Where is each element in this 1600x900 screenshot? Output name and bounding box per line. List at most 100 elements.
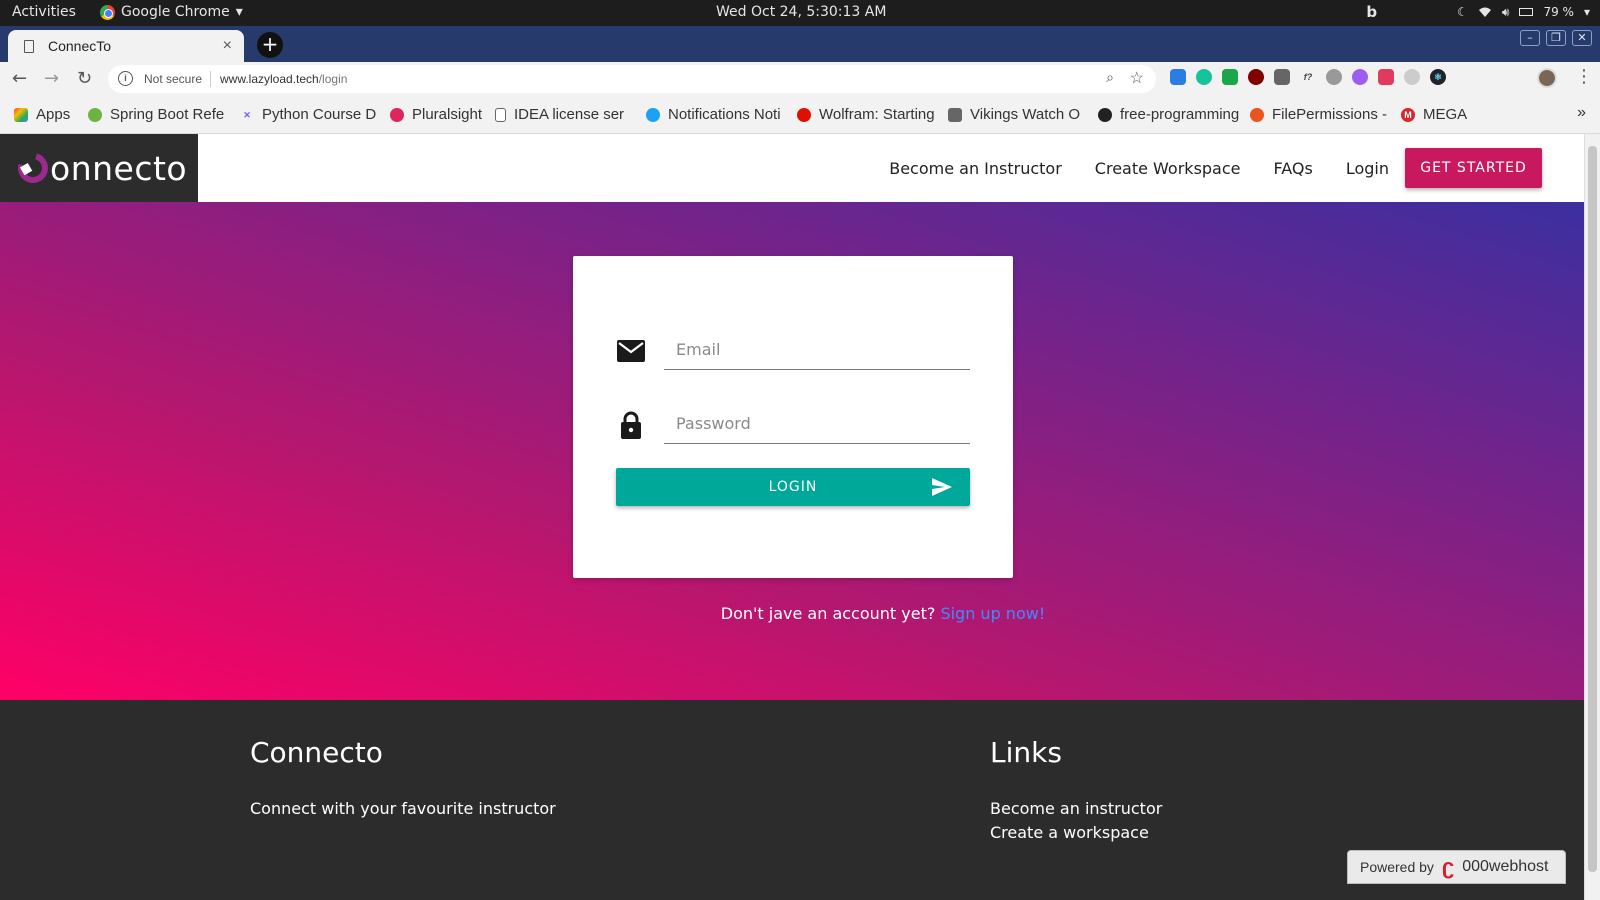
function-icon[interactable]: f? — [1300, 69, 1316, 85]
menu-kebab-icon[interactable]: ⋮ — [1575, 66, 1593, 87]
battery-icon — [1519, 8, 1534, 16]
github-icon — [1098, 107, 1112, 122]
bookmark-star-icon[interactable]: ☆ — [1130, 68, 1144, 88]
bookmark-vikings[interactable]: Vikings Watch O — [948, 106, 1080, 123]
forward-icon[interactable]: → — [44, 68, 59, 89]
url-host: www.lazyload.tech — [220, 72, 319, 86]
000webhost-logo-icon: ʗ — [1441, 854, 1455, 879]
signup-prompt-row: Don't jave an account yet? Sign up now! — [0, 604, 1584, 623]
powered-by-badge[interactable]: Powered by ʗ 000webhost — [1347, 850, 1566, 884]
reload-icon[interactable]: ↻ — [77, 68, 92, 89]
bookmark-spring-boot[interactable]: Spring Boot Refe — [88, 106, 224, 123]
nav-create-workspace[interactable]: Create Workspace — [1095, 159, 1241, 178]
bing-icon[interactable]: b — [1366, 3, 1377, 21]
activities-button[interactable]: Activities — [12, 4, 76, 20]
nav-become-instructor[interactable]: Become an Instructor — [889, 159, 1062, 178]
mail-icon — [617, 340, 645, 362]
close-tab-icon[interactable]: × — [223, 37, 232, 55]
host-brand: 000webhost — [1462, 858, 1549, 875]
password-field-row — [616, 400, 970, 448]
bookmark-wolfram[interactable]: Wolfram: Starting — [797, 106, 935, 123]
send-icon — [932, 478, 952, 496]
footer-link-become-instructor[interactable]: Become an instructor — [990, 797, 1162, 821]
bookmark-free-programming[interactable]: free-programming — [1098, 106, 1239, 123]
app-name: Google Chrome — [121, 4, 230, 20]
main-nav: Become an Instructor Create Workspace FA… — [889, 134, 1584, 202]
pluralsight-icon — [390, 107, 404, 122]
minimize-icon[interactable]: – — [1520, 30, 1540, 46]
footer-links-title: Links — [990, 736, 1062, 769]
site-logo[interactable]: onnecto — [0, 134, 198, 202]
page-scrollbar[interactable] — [1584, 134, 1600, 900]
new-tab-button[interactable]: + — [257, 32, 283, 58]
react-devtools-icon[interactable]: ⚛ — [1430, 69, 1446, 85]
tab-title: ConnecTo — [48, 38, 112, 54]
bookmark-label: FilePermissions - — [1272, 106, 1388, 123]
tab-strip: ConnecTo × + – ❐ ✕ — [0, 26, 1600, 62]
profile-avatar[interactable] — [1537, 68, 1557, 88]
system-tray[interactable]: b ☾ 🔊︎ 79 % ▾ — [1366, 3, 1590, 21]
address-bar[interactable]: i Not secure www.lazyload.tech/login ⌕ ☆ — [108, 65, 1156, 93]
web-page: onnecto Become an Instructor Create Work… — [0, 134, 1584, 900]
clock[interactable]: Wed Oct 24, 5:30:13 AM — [716, 4, 886, 20]
vue-devtools-icon[interactable] — [1274, 69, 1290, 85]
extension-purple-icon[interactable] — [1352, 69, 1368, 85]
nav-login[interactable]: Login — [1346, 159, 1389, 178]
zoom-icon[interactable]: ⌕ — [1106, 69, 1114, 86]
document-icon — [495, 107, 506, 122]
bookmark-label: Python Course D — [262, 106, 377, 123]
footer-brand-column: Connecto Connect with your favourite ins… — [250, 736, 556, 821]
login-button[interactable]: LOGIN — [616, 468, 970, 506]
extension-red-icon[interactable] — [1378, 69, 1394, 85]
nav-faqs[interactable]: FAQs — [1274, 159, 1313, 178]
bookmark-label: Vikings Watch O — [970, 106, 1081, 123]
chrome-icon — [100, 4, 115, 20]
url-text[interactable]: www.lazyload.tech/login — [220, 72, 347, 86]
night-light-icon: ☾ — [1457, 5, 1468, 19]
bookmark-python-course[interactable]: ✕ Python Course D — [240, 106, 376, 123]
url-path: /login — [318, 72, 348, 86]
cors-icon[interactable] — [1222, 69, 1238, 85]
mouse-icon[interactable] — [1326, 69, 1342, 85]
restore-icon[interactable]: ❐ — [1546, 30, 1566, 46]
bookmark-label: IDEA license ser — [514, 106, 625, 123]
signup-prompt: Don't jave an account yet? — [720, 604, 936, 623]
wifi-icon — [1478, 7, 1491, 17]
bookmark-label: Wolfram: Starting — [819, 106, 935, 123]
apps-grid-icon — [14, 107, 28, 122]
browser-tab[interactable]: ConnecTo × — [8, 30, 244, 62]
app-menu[interactable]: Google Chrome ▾ — [100, 4, 243, 20]
bookmark-file-permissions[interactable]: FilePermissions - — [1250, 106, 1387, 123]
info-icon[interactable]: i — [118, 71, 133, 86]
password-input[interactable] — [664, 404, 970, 444]
scrollbar-thumb[interactable] — [1588, 146, 1597, 872]
close-window-icon[interactable]: ✕ — [1572, 30, 1592, 46]
email-input[interactable] — [664, 330, 970, 370]
extension-circle-icon[interactable] — [1404, 69, 1420, 85]
bookmark-pluralsight[interactable]: Pluralsight — [390, 106, 482, 123]
bookmarks-overflow-icon[interactable]: » — [1577, 104, 1586, 122]
extension-icon[interactable] — [1170, 69, 1186, 85]
window-controls: – ❐ ✕ — [1520, 30, 1592, 46]
bookmark-label: free-programming — [1120, 106, 1240, 123]
bookmark-notifications[interactable]: Notifications Noti — [646, 106, 781, 123]
lock-icon — [621, 411, 641, 439]
ublock-icon[interactable] — [1248, 69, 1264, 85]
signup-link[interactable]: Sign up now! — [940, 604, 1045, 623]
battery-percent: 79 % — [1543, 5, 1574, 19]
bookmark-idea-license[interactable]: IDEA license ser — [495, 106, 624, 123]
logo-text: onnecto — [50, 148, 188, 188]
security-label[interactable]: Not secure — [144, 72, 202, 86]
bookmark-mega[interactable]: M MEGA — [1401, 106, 1467, 123]
footer-link-create-workspace[interactable]: Create a workspace — [990, 821, 1162, 845]
divider — [210, 71, 211, 87]
spring-icon — [88, 107, 102, 122]
mega-icon: M — [1401, 107, 1415, 122]
get-started-button[interactable]: GET STARTED — [1405, 148, 1542, 188]
bookmarks-bar: Apps Spring Boot Refe ✕ Python Course D … — [0, 96, 1600, 134]
bookmark-apps[interactable]: Apps — [14, 106, 70, 123]
back-icon[interactable]: ← — [12, 68, 27, 89]
login-card: LOGIN — [573, 256, 1013, 578]
grammarly-icon[interactable] — [1196, 69, 1212, 85]
wolfram-icon — [797, 107, 811, 122]
